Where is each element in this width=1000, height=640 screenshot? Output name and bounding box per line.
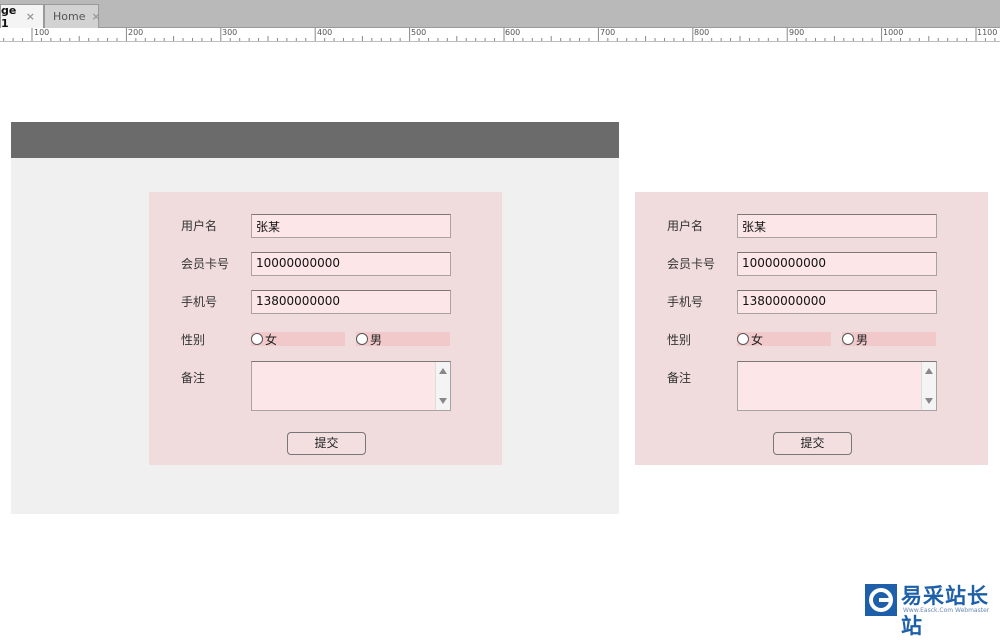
ruler-label: 700	[600, 28, 616, 37]
phone-label: 手机号	[181, 295, 218, 309]
notes-label: 备注	[181, 371, 206, 385]
ruler-label: 600	[505, 28, 521, 37]
tab-home[interactable]: Home ×	[44, 4, 101, 28]
ruler-label: 1100	[977, 28, 998, 37]
gender-female-radio[interactable]: 女	[737, 332, 831, 347]
ruler-label: 400	[317, 28, 333, 37]
tab-label: Home	[53, 10, 86, 23]
ruler-label: 100	[34, 28, 50, 37]
scroll-up-arrow-icon[interactable]	[439, 368, 447, 374]
submit-button[interactable]: 提交	[773, 432, 852, 455]
submit-button[interactable]: 提交	[287, 432, 366, 455]
card-number-label: 会员卡号	[181, 257, 230, 271]
phone-field[interactable]: 13800000000	[251, 290, 451, 314]
scrollbar[interactable]	[921, 362, 936, 410]
card-number-field[interactable]: 10000000000	[251, 252, 451, 276]
ruler-label: 500	[411, 28, 427, 37]
gender-female-radio[interactable]: 女	[251, 332, 345, 347]
username-label: 用户名	[667, 219, 704, 233]
radio-circle-icon[interactable]	[356, 333, 368, 345]
tab-page-1[interactable]: ge 1 ×	[0, 3, 44, 30]
close-icon[interactable]: ×	[91, 10, 100, 23]
gender-male-radio[interactable]: 男	[842, 332, 936, 347]
tab-label: ge 1	[1, 3, 17, 30]
horizontal-ruler: 100 200 300 400 500 600 700 800 900 1000…	[0, 28, 1000, 42]
scroll-up-arrow-icon[interactable]	[925, 368, 933, 374]
radio-label: 男	[856, 332, 869, 347]
notes-textarea[interactable]	[251, 361, 451, 411]
ruler-ticks	[3, 28, 996, 41]
ruler-label: 300	[222, 28, 238, 37]
radio-circle-icon[interactable]	[842, 333, 854, 345]
gender-male-radio[interactable]: 男	[356, 332, 450, 347]
logo-emblem-icon	[865, 584, 897, 616]
phone-label: 手机号	[667, 295, 704, 309]
gender-label: 性别	[667, 333, 692, 347]
notes-textarea[interactable]	[737, 361, 937, 411]
username-field[interactable]: 张某	[251, 214, 451, 238]
gender-label: 性别	[181, 333, 206, 347]
member-form-panel: 用户名 张某 会员卡号 10000000000 手机号 13800000000 …	[635, 192, 988, 465]
radio-circle-icon[interactable]	[737, 333, 749, 345]
logo-subtitle: Www.Easck.Com Webmaster	[903, 607, 990, 614]
page-header-bar	[11, 122, 619, 158]
tab-bar: ge 1 × Home ×	[0, 0, 1000, 30]
radio-label: 男	[370, 332, 383, 347]
ruler-label: 800	[694, 28, 710, 37]
card-number-field[interactable]: 10000000000	[737, 252, 937, 276]
radio-label: 女	[751, 332, 764, 347]
close-icon[interactable]: ×	[26, 10, 35, 23]
site-logo: 易采站长站 Www.Easck.Com Webmaster	[865, 580, 1000, 638]
member-form-panel: 用户名 张某 会员卡号 10000000000 手机号 13800000000 …	[149, 192, 502, 465]
scroll-down-arrow-icon[interactable]	[925, 398, 933, 404]
radio-label: 女	[265, 332, 278, 347]
scroll-down-arrow-icon[interactable]	[439, 398, 447, 404]
card-number-label: 会员卡号	[667, 257, 716, 271]
username-label: 用户名	[181, 219, 218, 233]
ruler-label: 200	[128, 28, 144, 37]
username-field[interactable]: 张某	[737, 214, 937, 238]
notes-label: 备注	[667, 371, 692, 385]
radio-circle-icon[interactable]	[251, 333, 263, 345]
phone-field[interactable]: 13800000000	[737, 290, 937, 314]
scrollbar[interactable]	[435, 362, 450, 410]
ruler-label: 900	[789, 28, 805, 37]
ruler-label: 1000	[883, 28, 904, 37]
